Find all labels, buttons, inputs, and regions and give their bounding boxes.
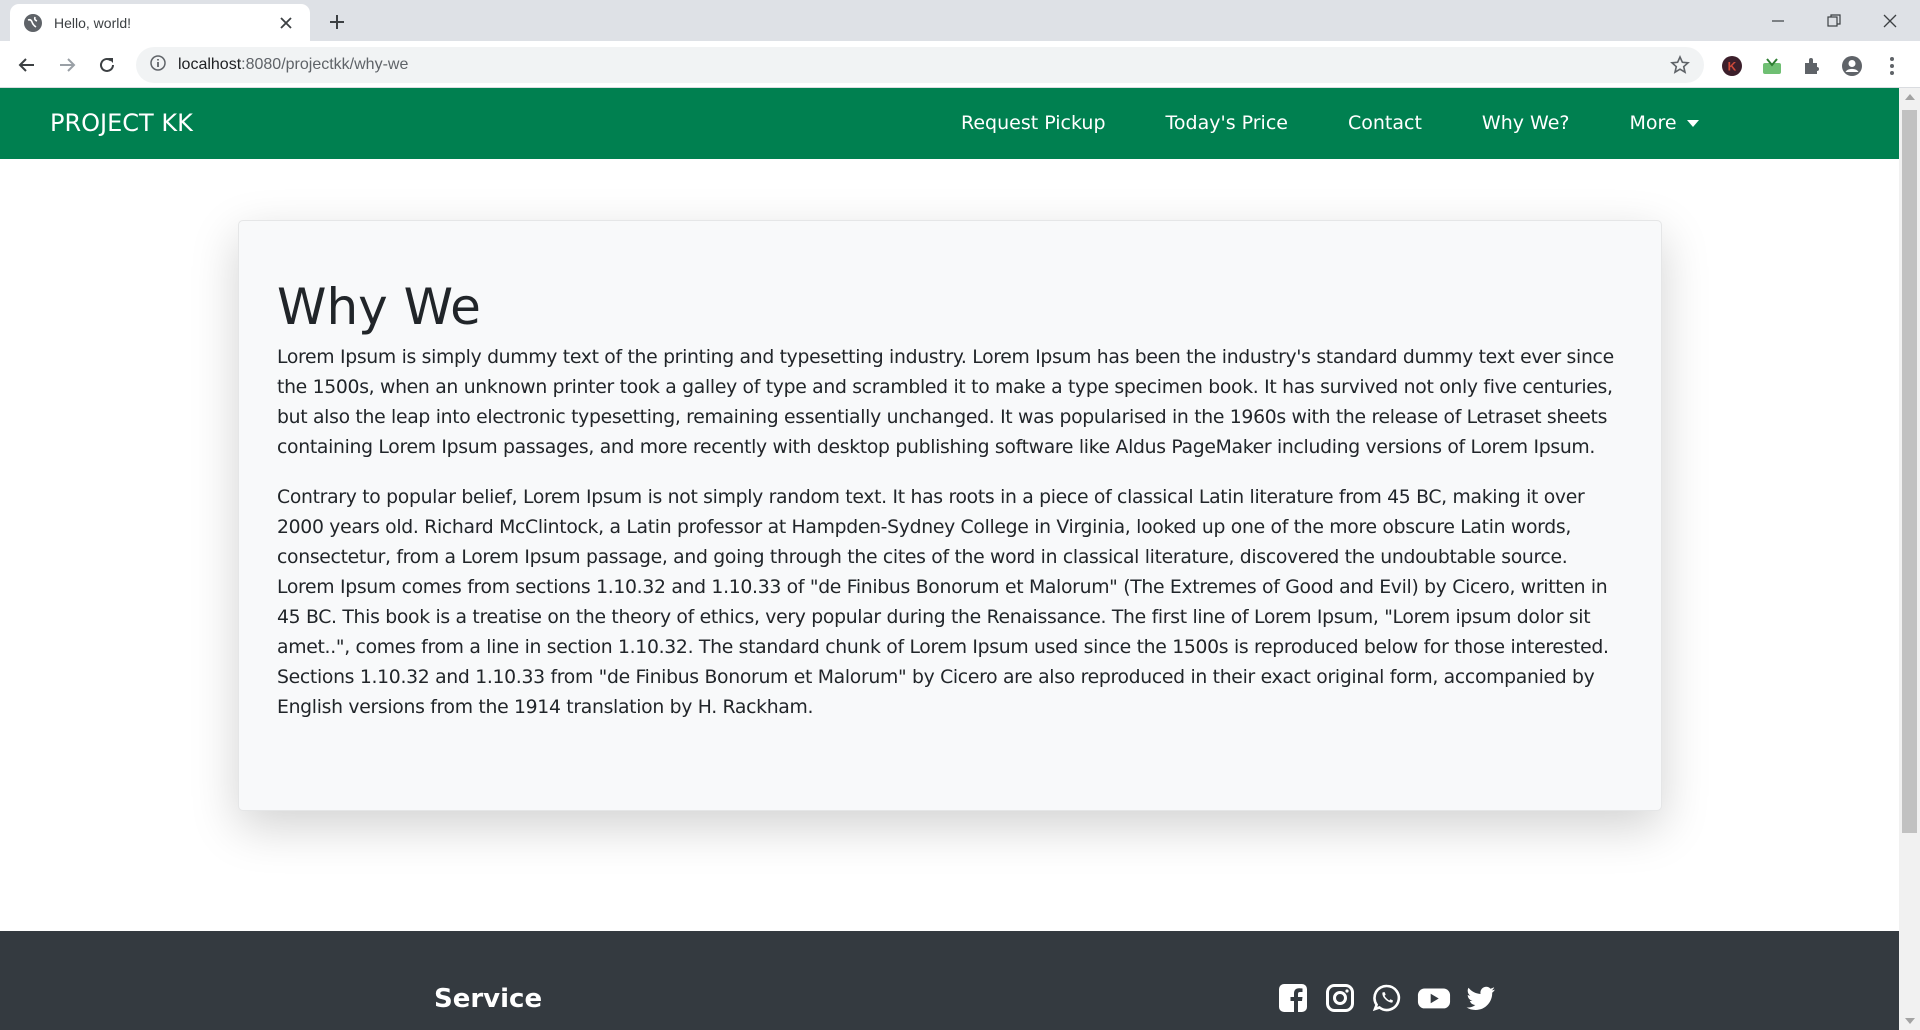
url-path: :8080/projectkk/why-we bbox=[241, 56, 409, 73]
brand-logo[interactable]: PROJECT KK bbox=[50, 109, 193, 137]
close-tab-icon[interactable] bbox=[276, 13, 296, 33]
nav-request-pickup[interactable]: Request Pickup bbox=[961, 112, 1106, 134]
footer-service-heading: Service bbox=[434, 984, 543, 1014]
extension-inbox-icon[interactable] bbox=[1760, 54, 1784, 78]
info-icon[interactable] bbox=[150, 54, 166, 76]
page-scrollbar[interactable] bbox=[1899, 88, 1920, 1030]
paragraph: Contrary to popular belief, Lorem Ipsum … bbox=[277, 487, 1609, 718]
minimize-icon[interactable] bbox=[1750, 0, 1806, 41]
nav-more-dropdown[interactable]: More bbox=[1629, 112, 1699, 134]
instagram-icon[interactable] bbox=[1323, 981, 1357, 1015]
nav-todays-price[interactable]: Today's Price bbox=[1166, 112, 1288, 134]
forward-arrow-icon[interactable] bbox=[52, 50, 82, 80]
browser-menu-icon[interactable] bbox=[1880, 54, 1904, 78]
why-we-card: Why We Lorem Ipsum is simply dummy text … bbox=[238, 220, 1662, 811]
url-text: localhost:8080/projectkk/why-we bbox=[178, 56, 408, 74]
profile-avatar-icon[interactable] bbox=[1840, 54, 1864, 78]
paragraph: Lorem Ipsum is simply dummy text of the … bbox=[277, 347, 1614, 458]
nav-why-we[interactable]: Why We? bbox=[1482, 112, 1570, 134]
nav-links: Request Pickup Today's Price Contact Why… bbox=[961, 112, 1759, 134]
scroll-down-arrow-icon[interactable] bbox=[1905, 1018, 1915, 1024]
tab-title: Hello, world! bbox=[54, 14, 132, 31]
extension-k-icon[interactable]: K bbox=[1720, 54, 1744, 78]
globe-icon bbox=[24, 13, 42, 32]
whatsapp-icon[interactable] bbox=[1370, 981, 1404, 1015]
scrollbar-thumb[interactable] bbox=[1902, 110, 1917, 833]
close-window-icon[interactable] bbox=[1862, 0, 1918, 41]
facebook-icon[interactable] bbox=[1276, 981, 1310, 1015]
new-tab-icon[interactable] bbox=[323, 8, 351, 36]
bookmark-star-icon[interactable] bbox=[1670, 55, 1690, 80]
url-host: localhost bbox=[178, 56, 242, 73]
site-footer: Service bbox=[0, 931, 1899, 1030]
extensions-puzzle-icon[interactable] bbox=[1800, 54, 1824, 78]
address-bar[interactable]: localhost:8080/projectkk/why-we bbox=[136, 47, 1704, 83]
site-navbar: PROJECT KK Request Pickup Today's Price … bbox=[0, 88, 1899, 159]
browser-toolbar: localhost:8080/projectkk/why-we K bbox=[0, 41, 1920, 88]
page-viewport: PROJECT KK Request Pickup Today's Price … bbox=[0, 88, 1899, 1030]
browser-tab-strip: Hello, world! bbox=[0, 0, 1920, 41]
nav-more-label: More bbox=[1629, 112, 1677, 134]
twitter-icon[interactable] bbox=[1464, 981, 1498, 1015]
svg-text:K: K bbox=[1728, 60, 1737, 74]
restore-icon[interactable] bbox=[1806, 0, 1862, 41]
scroll-up-arrow-icon[interactable] bbox=[1905, 94, 1915, 100]
browser-tab[interactable]: Hello, world! bbox=[10, 4, 310, 41]
caret-down-icon bbox=[1686, 119, 1699, 127]
page-title: Why We bbox=[277, 278, 481, 336]
back-arrow-icon[interactable] bbox=[12, 50, 42, 80]
reload-icon[interactable] bbox=[92, 50, 122, 80]
social-links bbox=[1276, 981, 1511, 1015]
nav-contact[interactable]: Contact bbox=[1348, 112, 1422, 134]
youtube-icon[interactable] bbox=[1417, 981, 1451, 1015]
